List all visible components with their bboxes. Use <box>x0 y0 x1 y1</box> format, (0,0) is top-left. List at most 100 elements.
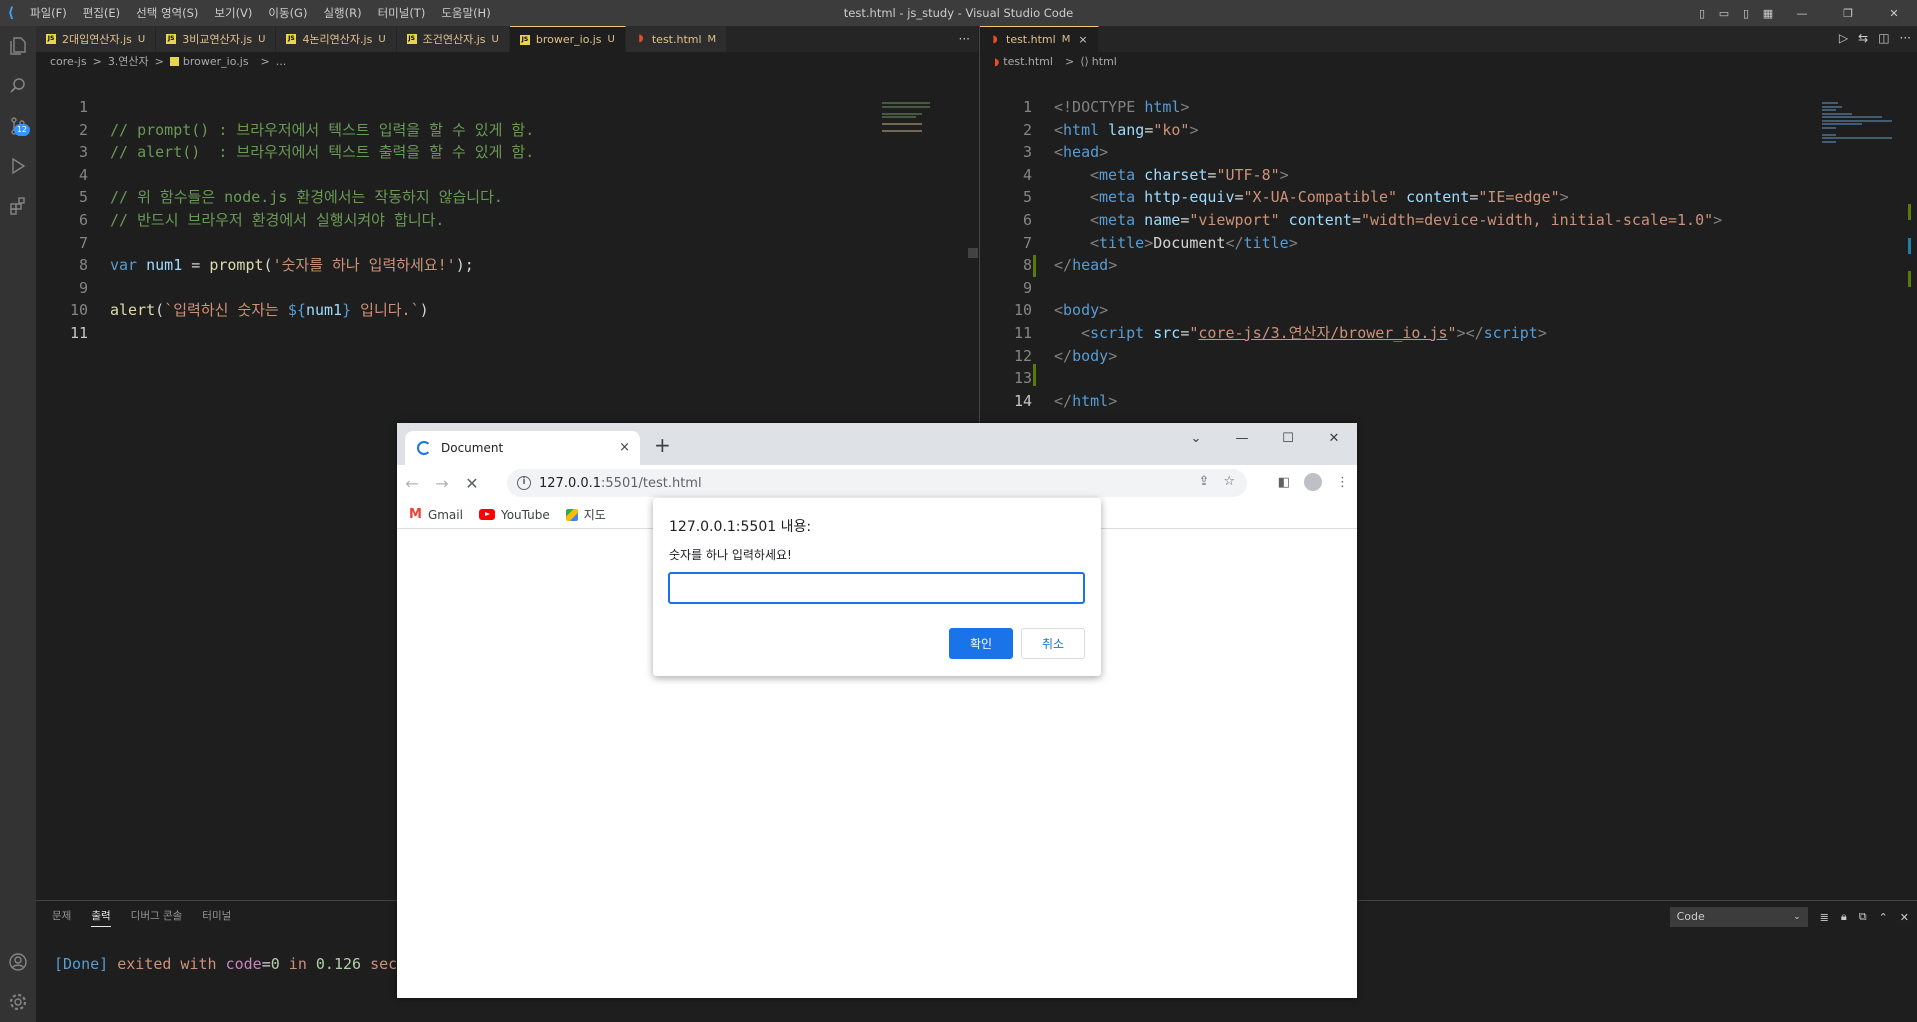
forward-icon[interactable]: → <box>427 474 457 493</box>
breadcrumb-item[interactable]: ◗ test.html <box>994 55 1059 68</box>
close-tab-icon[interactable]: × <box>619 440 630 455</box>
share-icon[interactable]: ⇪ <box>1198 474 1209 489</box>
new-tab-button[interactable]: + <box>654 433 671 457</box>
code-token: = <box>1234 188 1244 207</box>
tab-4-logic-operator[interactable]: JS 4논리연산자.js U <box>276 26 397 52</box>
dialog-message: 숫자를 하나 입력하세요! <box>669 548 792 562</box>
code-token: src <box>1144 323 1181 342</box>
clear-output-icon[interactable]: ⧉ <box>1859 910 1867 924</box>
bookmark-star-icon[interactable]: ☆ <box>1223 474 1235 489</box>
tab-label: 조건연산자.js <box>422 33 486 46</box>
tab-terminal[interactable]: 터미널 <box>202 908 231 926</box>
maximize-panel-icon[interactable]: ⌃ <box>1879 911 1888 924</box>
minimize-icon[interactable]: — <box>1779 7 1825 20</box>
tab-2-assign-operator[interactable]: JS 2대입연산자.js U <box>36 26 157 52</box>
breadcrumb-item[interactable]: ⟨⟩ html <box>1080 55 1123 68</box>
code-token: title <box>1099 233 1145 252</box>
menu-help[interactable]: 도움말(H) <box>433 5 498 21</box>
bookmark-label: YouTube <box>500 507 550 522</box>
toggle-panel-icon[interactable]: ▭ <box>1713 7 1735 20</box>
menu-selection[interactable]: 선택 영역(S) <box>128 5 206 21</box>
code-token: Document <box>1153 233 1226 252</box>
output-token: 0.126 <box>315 955 362 973</box>
more-actions-icon[interactable]: ··· <box>1900 31 1911 45</box>
maximize-icon[interactable]: ☐ <box>1265 423 1311 453</box>
cancel-button[interactable]: 취소 <box>1021 628 1085 659</box>
run-debug-icon[interactable] <box>0 146 36 186</box>
output-token: in <box>279 955 316 973</box>
toggle-sidebar-icon[interactable]: ▯ <box>1691 7 1713 20</box>
close-tab-icon[interactable]: × <box>1078 33 1087 46</box>
element-tag-icon: ⟨⟩ <box>1080 54 1089 68</box>
line-number: 9 <box>78 278 88 297</box>
code-line: var num1 = prompt('숫자를 하나 입력하세요!'); <box>110 254 474 277</box>
prompt-input[interactable] <box>668 572 1085 604</box>
breadcrumb-item[interactable]: ... <box>276 55 287 68</box>
close-panel-icon[interactable]: ✕ <box>1900 911 1909 924</box>
run-code-icon[interactable]: ▷ <box>1839 31 1848 45</box>
breadcrumb-item[interactable]: brower_io.js <box>169 55 255 68</box>
restore-icon[interactable]: ❐ <box>1825 7 1871 20</box>
code-token: = <box>1469 188 1479 207</box>
open-changes-icon[interactable]: ⇆ <box>1858 31 1868 45</box>
code-token: num1 <box>305 301 343 320</box>
bookmark-gmail[interactable]: M Gmail <box>409 507 463 522</box>
filter-list-icon[interactable]: ≣ <box>1820 911 1829 924</box>
vertical-scrollbar[interactable] <box>968 248 978 258</box>
output-channel-value: Code <box>1676 910 1705 923</box>
tab-debug-console[interactable]: 디버그 콘솔 <box>131 908 183 926</box>
code-token: < <box>1054 120 1064 139</box>
line-number: 5 <box>78 188 88 207</box>
manage-gear-icon[interactable] <box>0 982 36 1022</box>
close-window-icon[interactable]: ✕ <box>1871 7 1917 20</box>
menu-edit[interactable]: 편집(E) <box>75 5 128 21</box>
split-editor-icon[interactable]: ◫ <box>1878 31 1889 45</box>
toggle-secondary-sidebar-icon[interactable]: ▯ <box>1735 7 1757 20</box>
browser-tab[interactable]: Document × <box>405 431 640 465</box>
close-window-icon[interactable]: ✕ <box>1311 423 1357 453</box>
code-token: charset <box>1135 165 1208 184</box>
script-src-link[interactable]: core-js/3.연산자/brower_io.js <box>1198 324 1447 342</box>
tab-problems[interactable]: 문제 <box>52 908 71 926</box>
lock-scroll-icon[interactable]: 🔒︎ <box>1841 910 1847 924</box>
code-token: '숫자를 하나 입력하세요!' <box>272 256 456 275</box>
profile-avatar[interactable] <box>1304 473 1322 491</box>
tab-test-html-right[interactable]: ◗ test.html M × <box>980 26 1099 52</box>
address-bar[interactable]: i 127.0.0.1:5501/test.html ⇪ ☆ <box>507 469 1247 497</box>
stop-loading-icon[interactable]: ✕ <box>457 474 487 493</box>
menu-view[interactable]: 보기(V) <box>206 5 260 21</box>
minimap[interactable] <box>882 102 942 134</box>
side-panel-icon[interactable]: ◧ <box>1278 475 1290 490</box>
tab-brower-io[interactable]: JS brower_io.js U <box>509 26 626 52</box>
more-actions-icon[interactable]: ··· <box>959 32 970 46</box>
breadcrumb-item[interactable]: 3.연산자 <box>108 53 149 69</box>
minimap[interactable] <box>1822 102 1892 144</box>
customize-layout-icon[interactable]: ▦ <box>1757 7 1779 20</box>
minimize-icon[interactable]: — <box>1219 423 1265 453</box>
search-icon[interactable] <box>0 66 36 106</box>
site-info-icon[interactable]: i <box>517 476 531 490</box>
tab-status: U <box>491 33 499 45</box>
menu-terminal[interactable]: 터미널(T) <box>370 5 434 21</box>
extensions-icon[interactable] <box>0 186 36 226</box>
accounts-icon[interactable] <box>0 942 36 982</box>
menu-run[interactable]: 실행(R) <box>315 5 369 21</box>
menu-file[interactable]: 파일(F) <box>22 5 75 21</box>
bookmark-maps[interactable]: 지도 <box>565 506 606 523</box>
tab-output[interactable]: 출력 <box>91 908 111 927</box>
code-line: </body> <box>1054 345 1117 368</box>
explorer-icon[interactable] <box>0 26 36 66</box>
back-icon[interactable]: ← <box>397 474 427 493</box>
tab-conditional-operator[interactable]: JS 조건연산자.js U <box>396 26 510 52</box>
tab-search-icon[interactable]: ⌄ <box>1173 423 1219 453</box>
menu-go[interactable]: 이동(G) <box>260 5 315 21</box>
tab-3-compare-operator[interactable]: JS 3비교연산자.js U <box>156 26 277 52</box>
browser-menu-icon[interactable]: ⋮ <box>1336 475 1349 490</box>
output-channel-select[interactable]: Code ⌄ <box>1669 907 1808 927</box>
tab-status: U <box>607 34 615 45</box>
bookmark-youtube[interactable]: YouTube <box>478 507 550 522</box>
tab-test-html[interactable]: ◗ test.html M <box>625 26 728 52</box>
ok-button[interactable]: 확인 <box>949 628 1013 659</box>
breadcrumb-item[interactable]: core-js <box>50 55 87 68</box>
source-control-icon[interactable]: 12 <box>0 106 36 146</box>
